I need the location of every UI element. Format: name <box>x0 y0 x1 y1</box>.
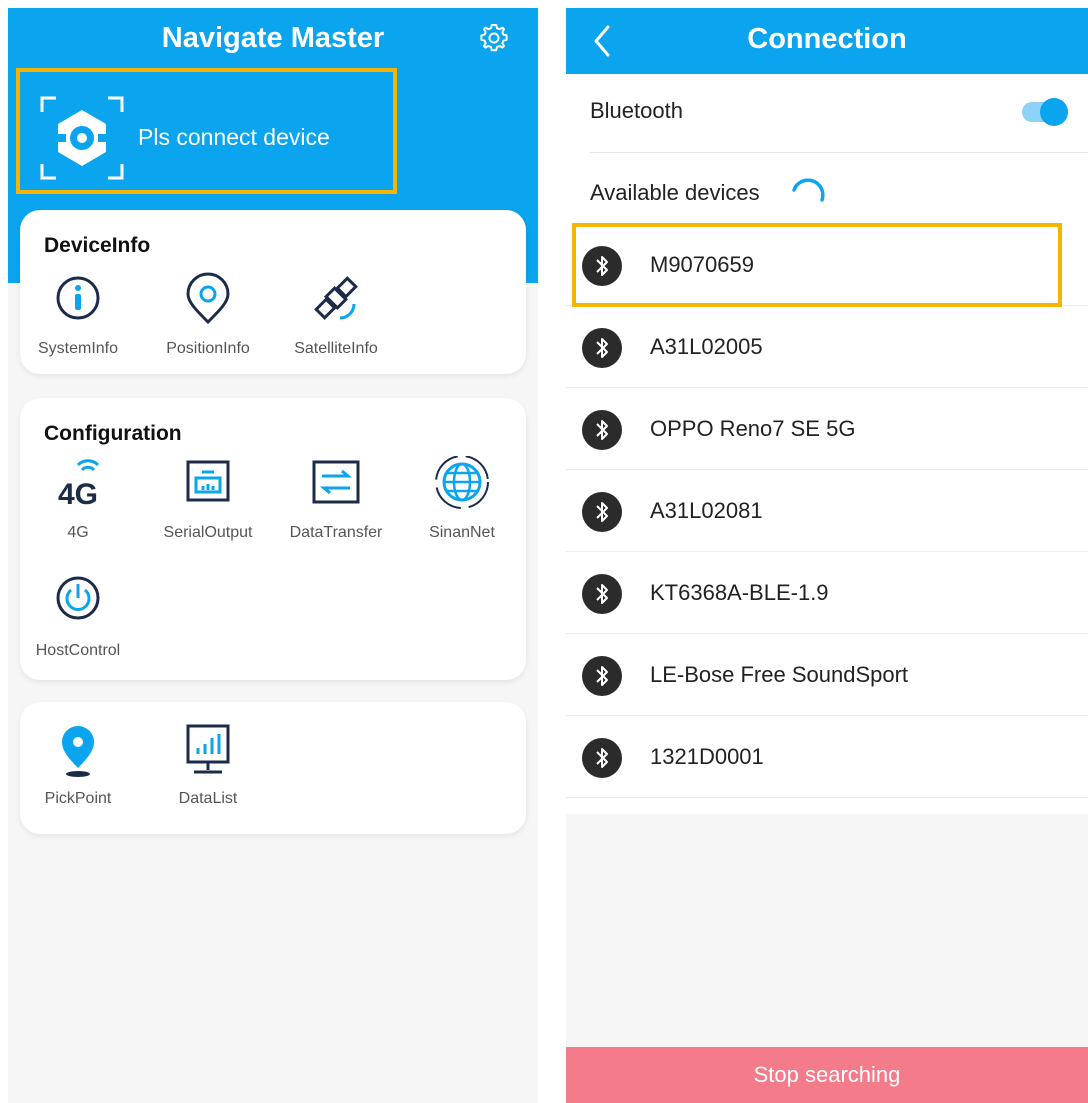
device-name: A31L02005 <box>650 334 763 359</box>
configuration-card: Configuration 4G 4G SerialOutput DataTra… <box>20 398 526 680</box>
data-transfer-label: DataTransfer <box>289 524 383 541</box>
loading-spinner-icon <box>792 178 825 202</box>
device-name: KT6368A-BLE-1.9 <box>650 580 829 605</box>
position-info-tile[interactable]: PositionInfo <box>148 272 268 358</box>
device-name: LE-Bose Free SoundSport <box>650 662 909 687</box>
tools-card: PickPoint DataList <box>20 702 526 834</box>
satellite-info-tile[interactable]: SatelliteInfo <box>276 272 396 358</box>
data-transfer-icon <box>312 460 360 504</box>
host-control-tile[interactable]: HostControl <box>18 574 138 660</box>
pick-point-tile[interactable]: PickPoint <box>18 722 138 808</box>
satellite-icon <box>314 276 358 320</box>
map-pin-icon <box>62 726 94 777</box>
nav-bar: Connection <box>566 8 1088 74</box>
bluetooth-icon <box>582 574 622 614</box>
serial-output-label: SerialOutput <box>163 524 253 541</box>
device-logo-icon[interactable] <box>36 92 128 184</box>
connection-screen: Connection Bluetooth Available devices M… <box>566 8 1088 1103</box>
connect-device-text[interactable]: Pls connect device <box>138 124 330 151</box>
device-row[interactable]: LE-Bose Free SoundSport <box>566 634 1088 716</box>
system-info-tile[interactable]: SystemInfo <box>18 272 138 358</box>
serial-output-tile[interactable]: SerialOutput <box>148 456 268 542</box>
bluetooth-icon <box>582 656 622 696</box>
sinan-net-tile[interactable]: SinanNet <box>402 456 522 542</box>
divider <box>590 152 1088 153</box>
app-title: Navigate Master <box>161 22 385 54</box>
device-row[interactable]: 1321D0001 <box>566 716 1088 798</box>
selected-device-highlight <box>572 223 1062 307</box>
device-info-card: DeviceInfo SystemInfo PositionInfo Satel… <box>20 210 526 374</box>
bluetooth-row: Bluetooth <box>566 74 1088 154</box>
power-icon <box>56 576 100 620</box>
bluetooth-icon <box>582 738 622 778</box>
device-row[interactable]: A31L02081 <box>566 470 1088 552</box>
device-row[interactable]: KT6368A-BLE-1.9 <box>566 552 1088 634</box>
data-list-label: DataList <box>178 790 238 807</box>
host-control-label: HostControl <box>35 642 121 659</box>
location-pin-icon <box>186 272 230 325</box>
pick-point-label: PickPoint <box>44 790 112 807</box>
satellite-info-label: SatelliteInfo <box>294 340 378 357</box>
device-info-title: DeviceInfo <box>44 234 151 257</box>
available-devices-label: Available devices <box>590 180 760 205</box>
bluetooth-icon <box>582 410 622 450</box>
data-list-tile[interactable]: DataList <box>148 722 268 808</box>
bluetooth-icon <box>582 492 622 532</box>
4g-tile[interactable]: 4G 4G <box>18 456 138 542</box>
globe-network-icon <box>435 456 489 509</box>
toggle-knob <box>1040 98 1068 126</box>
bluetooth-icon <box>582 328 622 368</box>
connection-list: Bluetooth Available devices M9070659 A31L… <box>566 74 1088 814</box>
info-icon <box>56 276 100 320</box>
page-title: Connection <box>747 23 907 55</box>
sinan-net-label: SinanNet <box>429 524 495 541</box>
data-transfer-tile[interactable]: DataTransfer <box>276 456 396 542</box>
device-name: OPPO Reno7 SE 5G <box>650 416 856 441</box>
4g-signal-icon: 4G <box>58 459 100 511</box>
device-name: 1321D0001 <box>650 744 764 769</box>
serial-port-icon <box>186 460 230 502</box>
configuration-title: Configuration <box>44 422 182 445</box>
svg-text:4G: 4G <box>58 478 98 511</box>
bluetooth-label: Bluetooth <box>590 98 683 123</box>
bar-chart-monitor-icon <box>186 724 230 774</box>
home-screen: Navigate Master Pls connect device Devic… <box>8 8 538 1103</box>
device-row[interactable]: OPPO Reno7 SE 5G <box>566 388 1088 470</box>
bluetooth-toggle[interactable] <box>1022 98 1070 126</box>
stop-searching-button[interactable]: Stop searching <box>566 1047 1088 1103</box>
device-name: A31L02081 <box>650 498 763 523</box>
settings-gear-icon[interactable] <box>478 22 510 54</box>
device-row[interactable]: A31L02005 <box>566 306 1088 388</box>
system-info-label: SystemInfo <box>37 340 119 357</box>
4g-label: 4G <box>67 524 89 541</box>
row-divider <box>566 797 1088 798</box>
position-info-label: PositionInfo <box>166 340 250 357</box>
